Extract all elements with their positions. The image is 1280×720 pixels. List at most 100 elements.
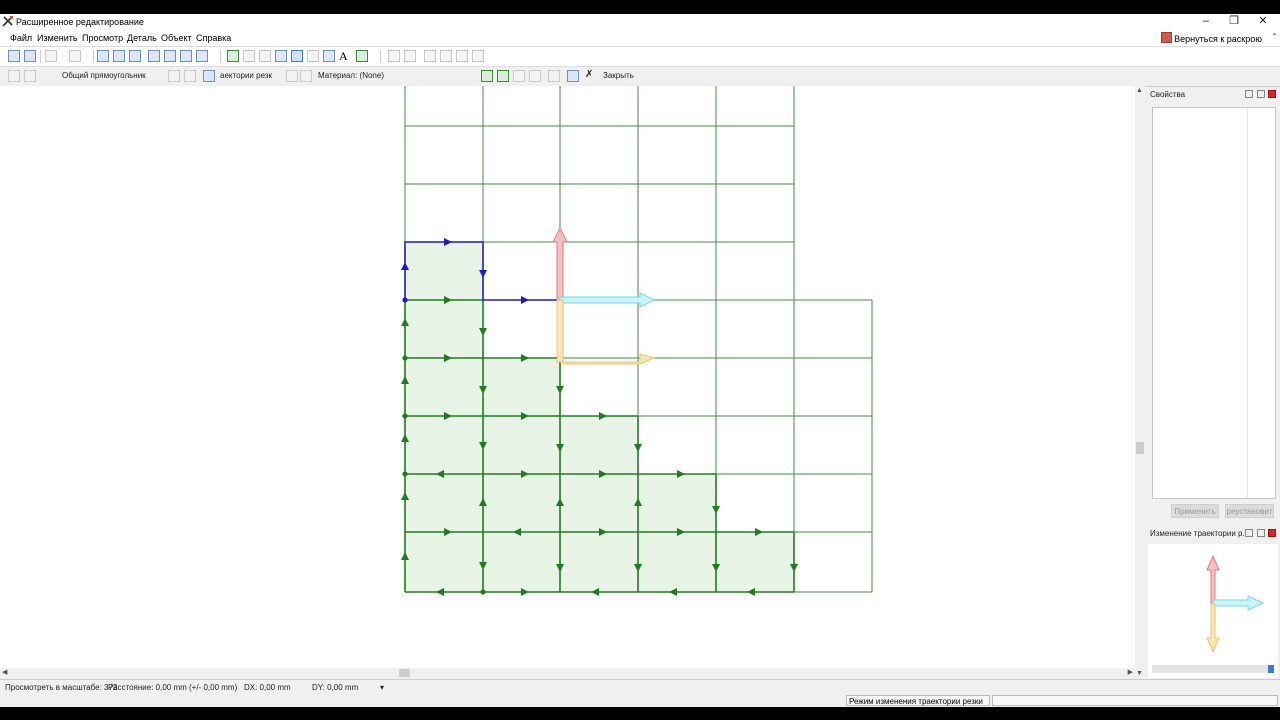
copy-icon[interactable]: [275, 50, 287, 62]
measure-icon[interactable]: [323, 50, 335, 62]
vertical-scrollbar[interactable]: ▲ ▼: [1135, 86, 1145, 678]
distance-status: Расстояние: 0,00 mm (+/- 0,00 mm): [108, 683, 238, 692]
menu-detail[interactable]: Деталь: [127, 33, 157, 43]
fit-icon[interactable]: [129, 50, 141, 62]
save-icon[interactable]: [567, 70, 579, 82]
back-icon: [1161, 32, 1173, 43]
node-icon[interactable]: [259, 50, 271, 62]
window-title: Расширенное редактирование: [16, 17, 144, 27]
undo-icon[interactable]: [45, 50, 57, 62]
close-button[interactable]: ✕: [1249, 14, 1277, 30]
status-bar: Просмотреть в масштабе: 372 Расстояние: …: [0, 679, 1280, 707]
scroll-down-icon[interactable]: ▼: [1136, 670, 1143, 677]
tool-disabled-icon[interactable]: [440, 50, 452, 62]
screen-icon[interactable]: [24, 50, 36, 62]
zoom-out-icon[interactable]: [180, 50, 192, 62]
panel-close-icon[interactable]: [1268, 90, 1276, 98]
direction-axes-icon[interactable]: [552, 226, 656, 365]
trajectory-next-icon[interactable]: [286, 70, 298, 82]
application-window: Расширенное редактирование – ❐ ✕ Файл Из…: [0, 14, 1280, 707]
properties-list[interactable]: [1152, 107, 1276, 499]
panel-dock-icon[interactable]: [1245, 529, 1253, 537]
reset-button[interactable]: реустановит: [1225, 504, 1274, 518]
drawing-svg[interactable]: [0, 86, 1135, 678]
tool-disabled-icon[interactable]: [388, 50, 400, 62]
apply-button[interactable]: Применить: [1171, 504, 1219, 518]
arrow-left-icon[interactable]: [481, 70, 493, 82]
properties-panel-title: Свойства: [1150, 90, 1186, 99]
general-rectangle-label[interactable]: Общий прямоугольник: [62, 71, 146, 80]
back-to-nesting-label: Вернуться к раскрою: [1174, 34, 1262, 44]
toolbar-separator: [40, 50, 41, 63]
trajectory-panel-scroll-thumb[interactable]: [1268, 665, 1274, 673]
dy-status: DY: 0,00 mm: [312, 683, 359, 692]
prev-icon[interactable]: [24, 70, 36, 82]
zoom-window-icon[interactable]: [148, 50, 160, 62]
status-dropdown-icon[interactable]: ▾: [380, 683, 384, 692]
trajectory-direction-preview[interactable]: [1148, 544, 1278, 678]
next-icon[interactable]: [168, 70, 180, 82]
cancel-icon[interactable]: ✗: [585, 69, 593, 80]
text-tool-icon[interactable]: A: [339, 50, 351, 62]
menu-file[interactable]: Файл: [10, 33, 32, 43]
mode-status: Режим изменения траектории резки: [846, 695, 990, 706]
trajectory-panel-scrollbar[interactable]: [1152, 665, 1274, 673]
panel-pin-icon[interactable]: [1257, 90, 1265, 98]
tool-disabled-icon[interactable]: [456, 50, 468, 62]
menu-view[interactable]: Просмотр: [82, 33, 123, 43]
last-icon[interactable]: [184, 70, 196, 82]
trajectories-label[interactable]: аектории резк: [220, 71, 272, 80]
shield-icon[interactable]: [356, 50, 368, 62]
menu-object[interactable]: Объект: [161, 33, 192, 43]
trajectory-first-icon[interactable]: [203, 70, 215, 82]
tool-disabled-icon[interactable]: [424, 50, 436, 62]
trajectory-last-icon[interactable]: [300, 70, 312, 82]
back-to-nesting-button[interactable]: Вернуться к раскрою: [1161, 32, 1262, 44]
secondary-toolbar: Общий прямоугольник аектории резк Матери…: [0, 67, 1280, 87]
properties-column-divider: [1247, 108, 1248, 498]
select-icon[interactable]: [97, 50, 109, 62]
scroll-left-icon[interactable]: ◀: [2, 668, 7, 676]
zoom-menu-icon[interactable]: [196, 50, 208, 62]
pin-icon[interactable]: [548, 70, 560, 82]
redo-icon[interactable]: [69, 50, 81, 62]
zoom-scale-status: Просмотреть в масштабе: 372: [5, 683, 118, 692]
arrow-right-icon[interactable]: [529, 70, 541, 82]
menu-bar: Файл Изменить Просмотр Деталь Объект Спр…: [0, 30, 1280, 47]
menu-edit[interactable]: Изменить: [37, 33, 78, 43]
scroll-up-icon[interactable]: ▲: [1136, 87, 1143, 94]
collapse-ribbon-icon[interactable]: ⌃: [1271, 32, 1278, 41]
tool-disabled-icon[interactable]: [404, 50, 416, 62]
panel-dock-icon[interactable]: [1245, 90, 1253, 98]
scroll-right-icon[interactable]: ▶: [1128, 668, 1133, 676]
zoom-in-icon[interactable]: [164, 50, 176, 62]
panel-pin-icon[interactable]: [1257, 529, 1265, 537]
horizontal-scrollbar[interactable]: ◀ ▶: [0, 668, 1135, 678]
horizontal-scroll-thumb[interactable]: [399, 669, 410, 677]
toolbar-separator: [220, 50, 221, 63]
frame-icon[interactable]: [113, 50, 125, 62]
panel-close-icon[interactable]: [1268, 529, 1276, 537]
tool-disabled-icon[interactable]: [472, 50, 484, 62]
arrow-fwd-icon[interactable]: [513, 70, 525, 82]
direction-preview-svg: [1206, 554, 1265, 654]
close-edit-label[interactable]: Закрыть: [603, 71, 634, 80]
align-icon[interactable]: [307, 50, 319, 62]
drawing-canvas[interactable]: [0, 86, 1135, 678]
trajectory-panel-title: Изменение траектории р...: [1150, 529, 1250, 538]
restore-button[interactable]: ❐: [1220, 14, 1248, 30]
grid-icon[interactable]: [227, 50, 239, 62]
vertical-scroll-thumb[interactable]: [1136, 442, 1144, 454]
print-icon[interactable]: [8, 50, 20, 62]
trajectory-edit-icon[interactable]: [291, 50, 303, 62]
material-dropdown[interactable]: Материал: (None): [318, 71, 384, 80]
arrow-back-icon[interactable]: [497, 70, 509, 82]
title-bar: Расширенное редактирование – ❐ ✕: [0, 14, 1280, 30]
minimize-button[interactable]: –: [1192, 14, 1220, 30]
first-icon[interactable]: [8, 70, 20, 82]
main-toolbar: A: [0, 47, 1280, 67]
toolbar-separator: [93, 50, 94, 63]
menu-help[interactable]: Справка: [196, 33, 231, 43]
rect-icon[interactable]: [243, 50, 255, 62]
app-icon: [2, 16, 13, 27]
